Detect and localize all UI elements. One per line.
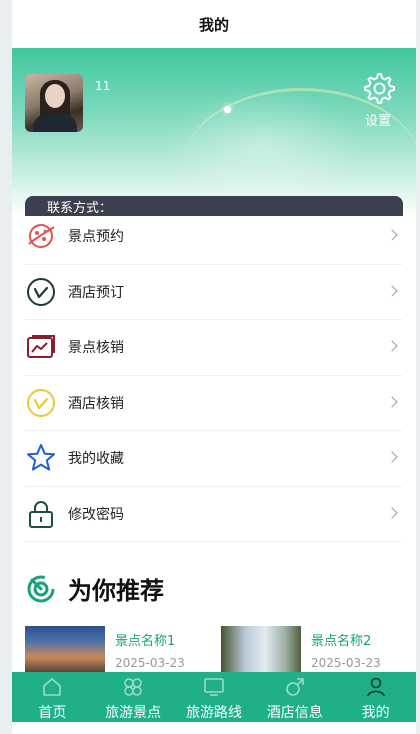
recommend-title: 为你推荐 — [68, 577, 164, 605]
page-title: 我的 — [198, 15, 229, 34]
hotel-icon — [285, 678, 304, 696]
tab-mine[interactable]: 我的 — [335, 672, 416, 722]
menu-item-label: 我的收藏 — [68, 451, 124, 468]
recommend-name: 景点名称1 — [115, 634, 176, 649]
tab-label: 我的 — [361, 705, 390, 721]
lock-icon — [29, 500, 53, 528]
tab-label: 酒店信息 — [266, 705, 323, 721]
star-icon — [27, 444, 55, 471]
chart-card-icon — [27, 335, 55, 359]
avatar[interactable] — [25, 74, 83, 132]
recommend-name: 景点名称2 — [311, 634, 372, 649]
planet-icon — [28, 224, 55, 249]
header-star-decoration — [224, 106, 231, 113]
menu-item-hotel-verify[interactable]: 酒店核销 — [24, 376, 402, 431]
gear-icon — [364, 73, 395, 104]
recommend-date: 2025-03-23 — [311, 656, 381, 670]
menu-item-label: 酒店预订 — [68, 284, 124, 301]
menu-item-scenic-verify[interactable]: 景点核销 — [24, 320, 402, 376]
tab-label: 旅游景点 — [105, 705, 162, 721]
home-icon — [43, 678, 62, 696]
username: 11 — [95, 79, 111, 93]
tab-label: 首页 — [38, 705, 67, 721]
title-bar: 我的 — [12, 0, 416, 48]
menu-item-label: 景点核销 — [68, 340, 124, 357]
chevron-right-icon — [386, 451, 398, 463]
clock-check-icon — [27, 388, 55, 417]
recommend-card-1[interactable]: 景点名称1 2025-03-23 — [25, 626, 215, 678]
chevron-right-icon — [386, 284, 398, 297]
monitor-icon — [204, 678, 224, 696]
chevron-right-icon — [386, 395, 398, 408]
menu-item-hotel-booking[interactable]: 酒店预订 — [24, 265, 402, 320]
menu-item-change-password[interactable]: 修改密码 — [24, 487, 402, 542]
recommend-thumbnail — [221, 626, 301, 674]
bottom-tab-bar: 首页 旅游景点 旅游路线 酒店信息 我的 — [12, 672, 416, 722]
chevron-right-icon — [386, 229, 398, 241]
menu-item-label: 酒店核销 — [68, 395, 124, 412]
tab-scenic[interactable]: 旅游景点 — [93, 672, 174, 722]
recommend-date: 2025-03-23 — [115, 656, 185, 670]
recommend-heading: 为你推荐 — [26, 571, 164, 606]
clover-icon — [124, 678, 142, 696]
tab-label: 旅游路线 — [185, 705, 242, 721]
chevron-right-icon — [386, 340, 398, 352]
tab-routes[interactable]: 旅游路线 — [174, 672, 255, 722]
user-icon — [366, 677, 385, 697]
menu-item-scenic-booking[interactable]: 景点预约 — [24, 209, 402, 265]
chevron-right-icon — [386, 506, 398, 519]
profile-header: 11 设置 联系方式： 13233366521 — [12, 48, 416, 216]
tab-hotels[interactable]: 酒店信息 — [254, 672, 335, 722]
settings-button[interactable]: 设置 — [356, 70, 400, 129]
clock-check-icon — [27, 277, 55, 306]
menu-list: 景点预约 酒店预订 景点核销 酒店核销 我的收藏 修改密码 — [12, 209, 416, 542]
menu-item-favorites[interactable]: 我的收藏 — [24, 431, 402, 487]
menu-item-label: 修改密码 — [68, 506, 124, 523]
app-screen: 我的 11 设置 联系方式： 13233366521 景 — [12, 0, 416, 734]
recommend-card-2[interactable]: 景点名称2 2025-03-23 — [221, 626, 411, 678]
recommend-thumbnail — [25, 626, 105, 674]
tab-home[interactable]: 首页 — [12, 672, 93, 722]
menu-item-label: 景点预约 — [68, 229, 124, 246]
settings-label: 设置 — [364, 114, 391, 129]
target-icon — [27, 575, 55, 602]
